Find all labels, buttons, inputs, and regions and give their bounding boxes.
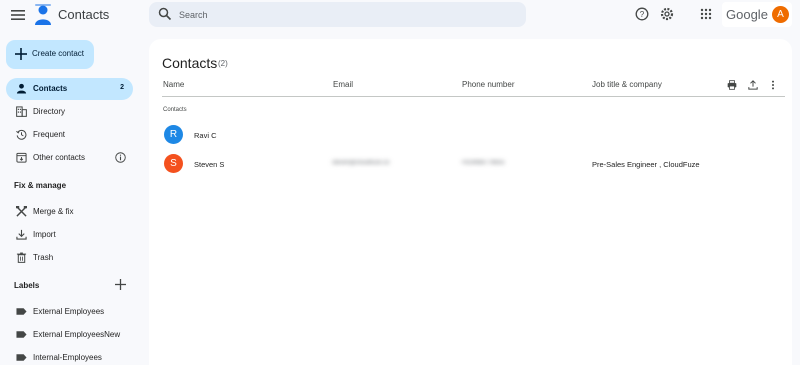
main-menu-icon[interactable] [8, 5, 28, 25]
sidebar-item-label: Internal-Employees [33, 353, 102, 362]
merge-fix-icon [16, 206, 27, 217]
print-icon[interactable] [727, 80, 737, 90]
sidebar-item-label: Merge & fix [33, 207, 74, 216]
header-divider [162, 96, 785, 97]
app-title: Contacts [58, 7, 110, 22]
contacts-total-count: (2) [218, 59, 228, 68]
trash-icon [16, 252, 27, 263]
sidebar-label-external-employees[interactable]: External Employees [6, 301, 133, 323]
contact-name: Steven S [194, 160, 225, 169]
import-icon [16, 229, 27, 240]
top-bar: Contacts ? Google A [0, 0, 800, 30]
column-header-phone[interactable]: Phone number [462, 80, 514, 89]
svg-text:?: ? [640, 10, 645, 19]
search-input[interactable] [179, 2, 509, 27]
sidebar-item-label: Contacts [33, 84, 68, 93]
sidebar-item-directory[interactable]: Directory [6, 101, 133, 123]
other-contacts-icon [16, 152, 27, 163]
contact-job: Pre-Sales Engineer , CloudFuze [592, 160, 700, 169]
table-row[interactable]: S Steven S steven@cloudfuze.co +91998877… [149, 150, 792, 178]
help-icon[interactable]: ? [635, 7, 649, 21]
contact-avatar: R [164, 125, 183, 144]
sidebar-label-external-employeesnew[interactable]: External EmployeesNew [6, 324, 133, 346]
export-icon[interactable] [748, 80, 758, 90]
apps-grid-icon[interactable] [699, 7, 713, 21]
history-icon [16, 129, 27, 140]
directory-icon [16, 106, 27, 117]
create-contact-button[interactable]: Create contact [6, 40, 94, 69]
contacts-count-badge: 2 [120, 84, 124, 91]
group-label: Contacts [163, 107, 187, 113]
contact-email: steven@cloudfuze.co [332, 160, 390, 166]
sidebar-item-frequent[interactable]: Frequent [6, 124, 133, 146]
search-icon[interactable] [158, 7, 172, 21]
sidebar-item-other-contacts[interactable]: Other contacts [6, 147, 133, 169]
table-row[interactable]: R Ravi C [149, 121, 792, 149]
sidebar-item-import[interactable]: Import [6, 224, 133, 246]
sidebar-item-label: External EmployeesNew [33, 330, 121, 339]
page-title: Contacts [162, 55, 218, 71]
plus-icon [15, 48, 27, 60]
account-switcher[interactable]: Google A [722, 2, 792, 27]
person-icon [16, 83, 27, 94]
contact-phone: +919988776655 [461, 160, 505, 166]
label-icon [16, 354, 27, 361]
sidebar-item-label: Frequent [33, 130, 66, 139]
sidebar-item-merge-fix[interactable]: Merge & fix [6, 201, 133, 223]
column-header-job[interactable]: Job title & company [592, 80, 662, 89]
settings-gear-icon[interactable] [660, 7, 674, 21]
sidebar-item-label: External Employees [33, 307, 105, 316]
column-header-name[interactable]: Name [163, 80, 184, 89]
fix-manage-heading: Fix & manage [14, 181, 67, 190]
contact-avatar: S [164, 154, 183, 173]
create-contact-label: Create contact [32, 49, 85, 58]
column-header-email[interactable]: Email [333, 80, 353, 89]
sidebar-item-label: Other contacts [33, 153, 86, 162]
sidebar-label-internal-employees[interactable]: Internal-Employees [6, 347, 133, 365]
contact-name: Ravi C [194, 131, 217, 140]
contacts-logo-icon [33, 4, 53, 26]
info-icon[interactable] [115, 152, 126, 163]
sidebar-item-contacts[interactable]: Contacts 2 [6, 78, 133, 100]
label-icon [16, 308, 27, 315]
account-avatar[interactable]: A [772, 6, 789, 23]
sidebar-item-trash[interactable]: Trash [6, 247, 133, 269]
sidebar-item-label: Import [33, 230, 56, 239]
google-logo: Google [726, 7, 768, 22]
add-label-icon[interactable] [115, 279, 126, 290]
sidebar-item-label: Directory [33, 107, 66, 116]
label-icon [16, 331, 27, 338]
labels-heading: Labels [14, 281, 40, 290]
search-bar[interactable] [149, 2, 526, 27]
more-options-icon[interactable] [768, 80, 778, 90]
sidebar-item-label: Trash [33, 253, 54, 262]
contacts-list-panel: Contacts (2) Name Email Phone number Job… [149, 39, 792, 365]
